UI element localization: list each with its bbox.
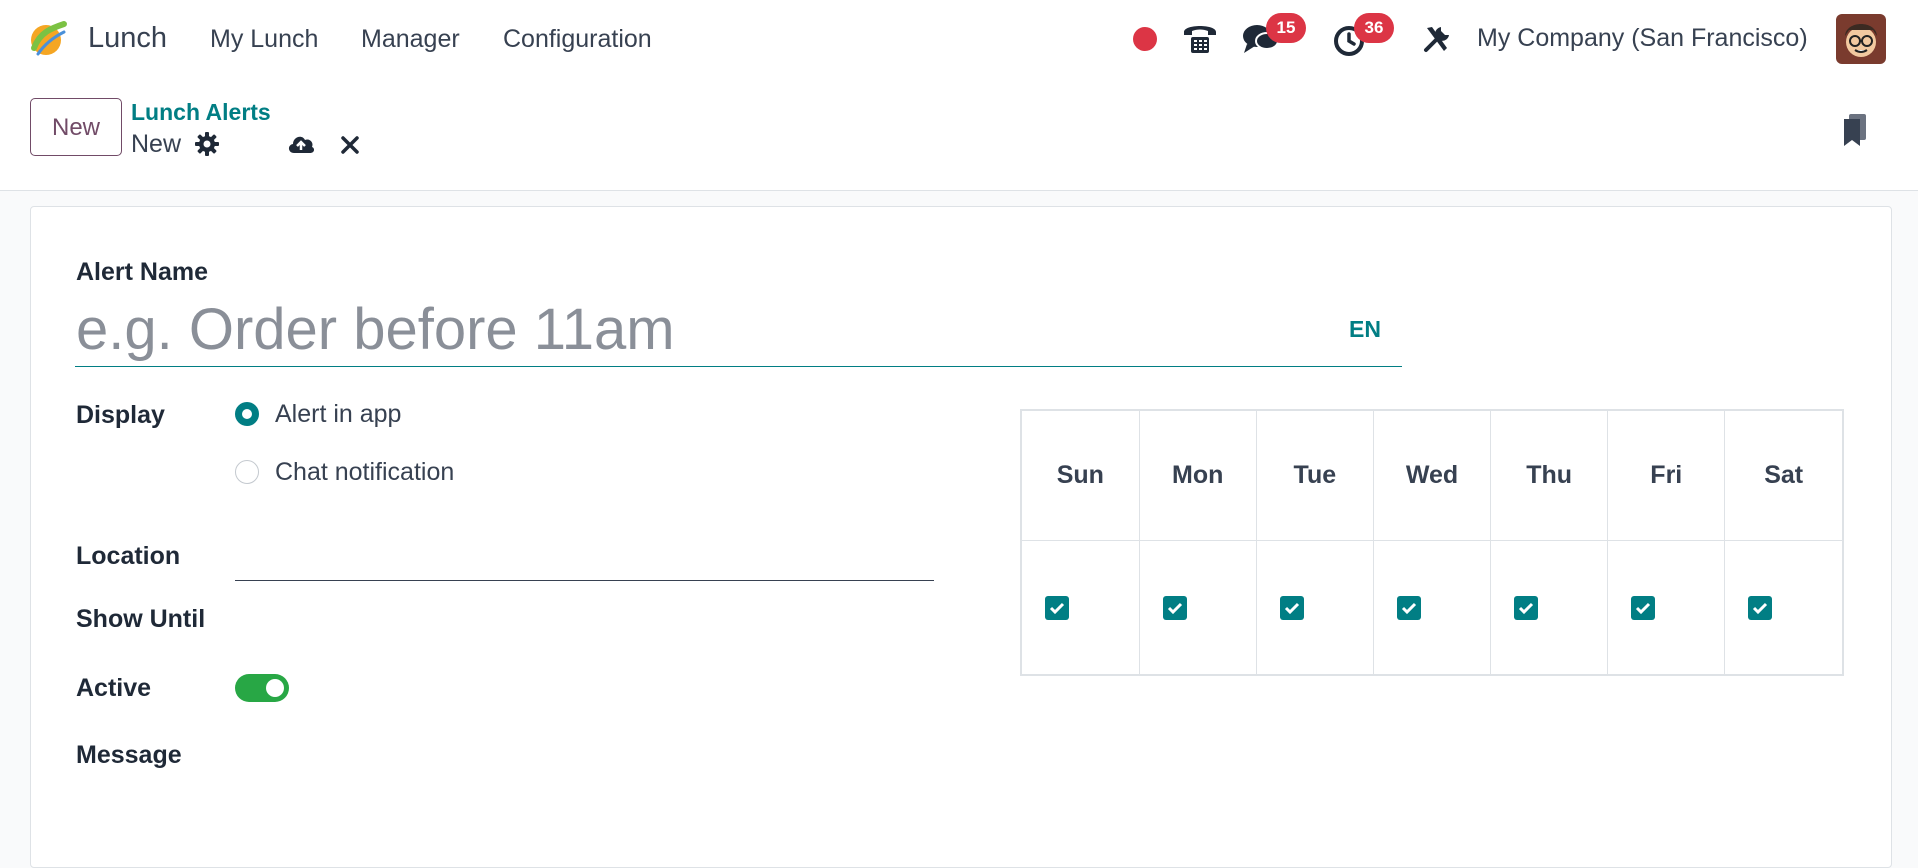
- menu-configuration[interactable]: Configuration: [503, 25, 652, 54]
- language-button[interactable]: EN: [1349, 316, 1381, 343]
- checkbox-wed[interactable]: [1396, 595, 1421, 620]
- display-label: Display: [76, 401, 165, 429]
- weekdays-table: Sun Mon Tue Wed Thu Fri Sat: [1020, 409, 1844, 676]
- day-header-wed: Wed: [1373, 411, 1492, 541]
- toggle-knob: [266, 679, 284, 697]
- day-header-mon: Mon: [1139, 411, 1257, 541]
- alert-name-input[interactable]: [75, 292, 1402, 367]
- checkbox-thu[interactable]: [1514, 595, 1539, 620]
- radio-chat-notification-label[interactable]: Chat notification: [275, 458, 454, 487]
- phone-icon[interactable]: [1181, 20, 1219, 61]
- day-header-sat: Sat: [1724, 411, 1842, 541]
- activities-badge: 36: [1354, 13, 1394, 43]
- radio-chat-notification[interactable]: [235, 460, 259, 484]
- new-record-button[interactable]: New: [30, 98, 122, 156]
- breadcrumb-lunch-alerts[interactable]: Lunch Alerts: [131, 99, 271, 126]
- debug-tools-icon[interactable]: [1421, 23, 1453, 60]
- checkbox-tue[interactable]: [1279, 595, 1304, 620]
- company-switcher[interactable]: My Company (San Francisco): [1477, 24, 1808, 53]
- active-toggle[interactable]: [235, 674, 289, 702]
- lunch-app-logo-icon[interactable]: [26, 18, 68, 60]
- messages-badge: 15: [1266, 13, 1306, 43]
- day-header-thu: Thu: [1490, 411, 1609, 541]
- radio-alert-in-app[interactable]: [235, 402, 259, 426]
- save-cloud-upload-icon[interactable]: [286, 131, 316, 160]
- alert-name-label: Alert Name: [76, 258, 208, 286]
- gear-icon[interactable]: [195, 132, 219, 161]
- day-header-fri: Fri: [1607, 411, 1726, 541]
- breadcrumb-current: New: [131, 130, 182, 158]
- active-label: Active: [76, 674, 152, 702]
- top-navbar: Lunch My Lunch Manager Configuration 15: [0, 0, 1918, 78]
- show-until-label: Show Until: [76, 605, 206, 633]
- day-header-sun: Sun: [1022, 411, 1140, 541]
- menu-my-lunch[interactable]: My Lunch: [210, 25, 318, 54]
- day-header-tue: Tue: [1256, 411, 1374, 541]
- checkbox-sun[interactable]: [1045, 595, 1069, 620]
- checkbox-sat[interactable]: [1748, 595, 1773, 620]
- radio-alert-in-app-label[interactable]: Alert in app: [275, 400, 401, 429]
- checkbox-mon[interactable]: [1162, 595, 1187, 620]
- checkbox-fri[interactable]: [1631, 595, 1656, 620]
- record-status-icon[interactable]: [1133, 27, 1157, 51]
- message-label: Message: [76, 741, 182, 769]
- user-avatar[interactable]: [1836, 14, 1886, 64]
- menu-manager[interactable]: Manager: [361, 25, 460, 54]
- discard-close-icon[interactable]: [340, 135, 360, 160]
- knowledge-bookmark-icon[interactable]: [1842, 113, 1868, 152]
- location-label: Location: [76, 542, 181, 570]
- app-name[interactable]: Lunch: [88, 22, 167, 55]
- location-input[interactable]: [235, 544, 934, 581]
